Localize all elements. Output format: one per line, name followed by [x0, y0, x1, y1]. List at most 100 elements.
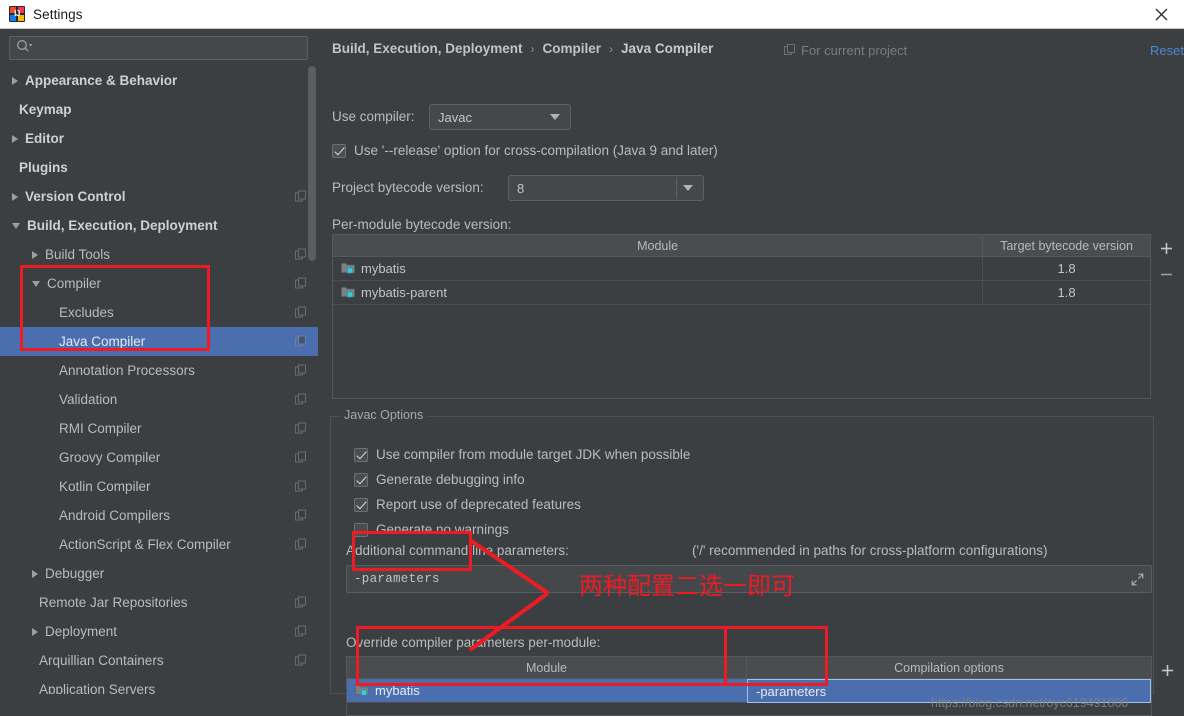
sidebar-item-application-servers[interactable]: Application Servers	[0, 675, 318, 694]
copy-icon	[295, 537, 306, 552]
sidebar-item-label: RMI Compiler	[59, 421, 142, 436]
sidebar-item-build-execution-deployment[interactable]: Build, Execution, Deployment	[0, 211, 318, 240]
intellij-idea-icon: IJ	[9, 6, 25, 22]
per-module-label: Per-module bytecode version:	[332, 217, 512, 232]
sidebar-item-annotation-processors[interactable]: Annotation Processors	[0, 356, 318, 385]
sidebar-item-label: Editor	[25, 131, 64, 146]
sidebar-item-label: Debugger	[45, 566, 105, 581]
chevron-down-icon[interactable]	[32, 280, 40, 287]
target-bytecode-cell[interactable]: 1.8	[983, 257, 1150, 280]
sidebar-scrollbar-thumb[interactable]	[308, 66, 316, 261]
chevron-right-icon[interactable]	[32, 627, 38, 636]
sidebar-item-remote-jar-repositories[interactable]: Remote Jar Repositories	[0, 588, 318, 617]
chevron-down-icon	[683, 185, 693, 191]
combo-divider	[676, 177, 677, 199]
bytecode-table[interactable]: Module Target bytecode version mybatis 1.…	[332, 234, 1151, 399]
module-cell[interactable]: mybatis-parent	[333, 281, 984, 304]
sidebar-item-kotlin-compiler[interactable]: Kotlin Compiler	[0, 472, 318, 501]
release-option-checkbox[interactable]: Use '--release' option for cross-compila…	[332, 143, 718, 158]
column-header-compilation-options[interactable]: Compilation options	[747, 657, 1151, 678]
target-bytecode-cell[interactable]: 1.8	[983, 281, 1150, 304]
sidebar-item-actionscript-flex-compiler[interactable]: ActionScript & Flex Compiler	[0, 530, 318, 559]
release-option-label: Use '--release' option for cross-compila…	[354, 143, 718, 158]
reset-link[interactable]: Reset	[1150, 43, 1184, 58]
table-row[interactable]: mybatis 1.8	[333, 257, 1150, 281]
checkbox-box	[354, 497, 368, 512]
module-cell[interactable]: mybatis	[347, 679, 747, 702]
chevron-right-icon[interactable]	[12, 76, 18, 85]
sidebar-item-label: Compiler	[47, 276, 102, 291]
use-compiler-label: Use compiler:	[332, 109, 415, 124]
window-title: Settings	[33, 6, 83, 22]
sidebar-item-deployment[interactable]: Deployment	[0, 617, 318, 646]
column-header-module[interactable]: Module	[347, 657, 747, 678]
sidebar-item-keymap[interactable]: Keymap	[0, 95, 318, 124]
table-row[interactable]: mybatis -parameters	[347, 679, 1151, 703]
sidebar-item-compiler[interactable]: Compiler	[0, 269, 318, 298]
sidebar-item-java-compiler[interactable]: Java Compiler	[0, 327, 318, 356]
copy-icon	[295, 624, 306, 639]
sidebar-item-excludes[interactable]: Excludes	[0, 298, 318, 327]
chevron-down-icon[interactable]	[12, 222, 20, 229]
additional-params-value: -parameters	[354, 572, 440, 586]
javac-option-0[interactable]: Use compiler from module target JDK when…	[354, 442, 690, 467]
compilation-options-cell[interactable]: -parameters	[747, 679, 1151, 703]
breadcrumb-item-0[interactable]: Build, Execution, Deployment	[332, 41, 523, 56]
sidebar-scrollbar[interactable]	[308, 66, 316, 676]
sidebar-item-validation[interactable]: Validation	[0, 385, 318, 414]
sidebar-item-label: Build Tools	[45, 247, 111, 262]
chevron-right-icon[interactable]	[12, 192, 18, 201]
project-bytecode-value: 8	[517, 180, 525, 196]
sidebar-item-groovy-compiler[interactable]: Groovy Compiler	[0, 443, 318, 472]
table-row[interactable]: mybatis-parent 1.8	[333, 281, 1150, 305]
additional-params-input[interactable]: -parameters	[346, 565, 1152, 593]
sidebar-item-label: Annotation Processors	[59, 363, 195, 378]
copy-icon	[295, 450, 306, 465]
chevron-right-icon[interactable]	[32, 250, 38, 259]
breadcrumb-item-1[interactable]: Compiler	[543, 41, 602, 56]
expand-icon[interactable]	[1131, 573, 1144, 591]
remove-module-button[interactable]	[1154, 261, 1178, 287]
javac-option-3[interactable]: Generate no warnings	[354, 517, 690, 542]
add-override-button[interactable]	[1155, 657, 1179, 683]
sidebar-item-label: Keymap	[19, 102, 72, 117]
sidebar-item-build-tools[interactable]: Build Tools	[0, 240, 318, 269]
search-box[interactable]	[9, 36, 308, 60]
override-table-toolbar	[1155, 657, 1179, 683]
checkbox-box	[354, 447, 368, 462]
module-icon	[341, 261, 355, 277]
column-header-module[interactable]: Module	[333, 235, 984, 256]
bytecode-table-body: mybatis 1.8 mybatis-parent 1.8	[333, 257, 1150, 305]
sidebar-item-editor[interactable]: Editor	[0, 124, 318, 153]
chevron-right-icon[interactable]	[32, 569, 38, 578]
copy-icon	[295, 276, 306, 291]
chevron-right-icon[interactable]	[12, 134, 18, 143]
project-bytecode-select[interactable]: 8	[508, 175, 704, 201]
module-icon	[355, 683, 369, 699]
javac-options-title: Javac Options	[339, 408, 429, 422]
sidebar-item-rmi-compiler[interactable]: RMI Compiler	[0, 414, 318, 443]
target-bytecode-value: 1.8	[1057, 285, 1076, 300]
chevron-down-icon	[550, 114, 560, 120]
sidebar-item-appearance-behavior[interactable]: Appearance & Behavior	[0, 66, 318, 95]
sidebar-item-arquillian-containers[interactable]: Arquillian Containers	[0, 646, 318, 675]
column-header-target-bytecode[interactable]: Target bytecode version	[983, 235, 1150, 256]
add-module-button[interactable]	[1154, 235, 1178, 261]
copy-icon	[295, 653, 306, 668]
sidebar-item-version-control[interactable]: Version Control	[0, 182, 318, 211]
override-table[interactable]: Module Compilation options mybatis -param…	[346, 656, 1152, 716]
javac-option-label: Generate debugging info	[376, 472, 525, 487]
search-input[interactable]	[33, 41, 307, 55]
javac-option-label: Use compiler from module target JDK when…	[376, 447, 691, 462]
sidebar-item-plugins[interactable]: Plugins	[0, 153, 318, 182]
sidebar-item-debugger[interactable]: Debugger	[0, 559, 318, 588]
module-cell[interactable]: mybatis	[333, 257, 984, 280]
settings-tree: Appearance & Behavior Keymap Editor Plugins…	[0, 66, 318, 694]
javac-option-1[interactable]: Generate debugging info	[354, 467, 690, 492]
javac-option-2[interactable]: Report use of deprecated features	[354, 492, 690, 517]
sidebar-item-label: Arquillian Containers	[39, 653, 164, 668]
sidebar-item-android-compilers[interactable]: Android Compilers	[0, 501, 318, 530]
settings-sidebar: Appearance & Behavior Keymap Editor Plugins…	[0, 29, 318, 694]
use-compiler-select[interactable]: Javac	[429, 104, 571, 130]
close-icon[interactable]	[1138, 0, 1184, 28]
